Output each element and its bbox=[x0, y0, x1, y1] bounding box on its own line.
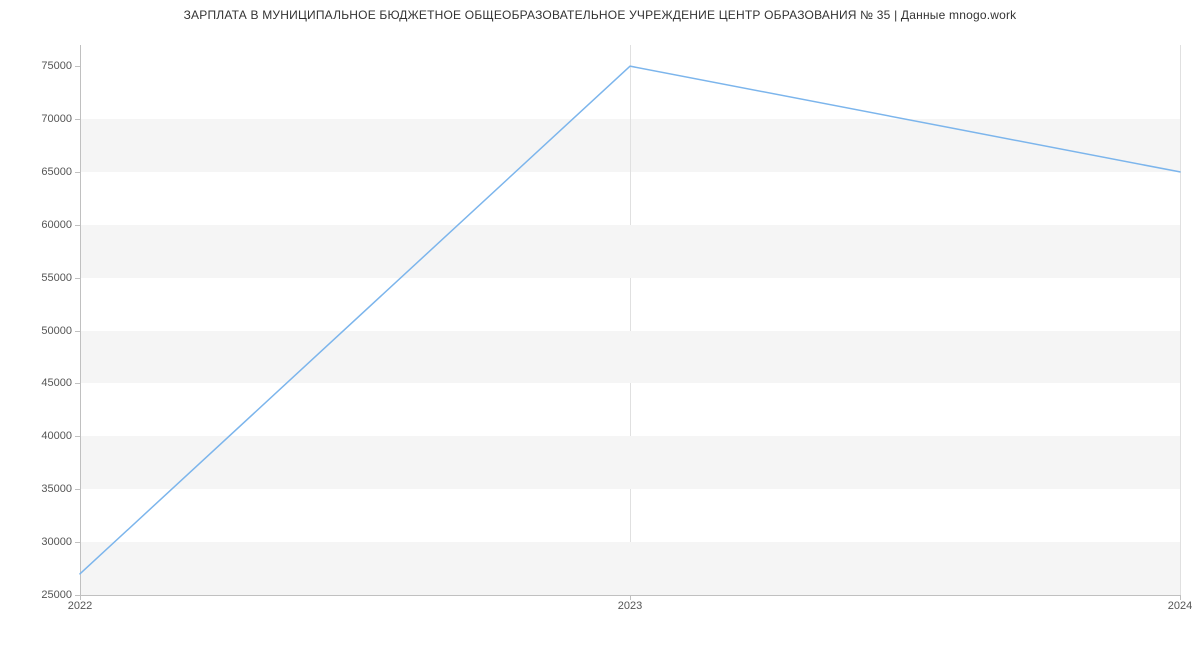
x-gridline bbox=[1180, 45, 1181, 595]
y-tick bbox=[75, 66, 80, 67]
y-tick-label: 70000 bbox=[12, 113, 72, 125]
y-tick bbox=[75, 436, 80, 437]
y-tick-label: 25000 bbox=[12, 589, 72, 601]
y-tick-label: 55000 bbox=[12, 272, 72, 284]
y-tick bbox=[75, 489, 80, 490]
chart-title: ЗАРПЛАТА В МУНИЦИПАЛЬНОЕ БЮДЖЕТНОЕ ОБЩЕО… bbox=[0, 0, 1200, 22]
x-tick-label: 2024 bbox=[1168, 600, 1192, 612]
y-tick bbox=[75, 225, 80, 226]
line-series bbox=[80, 45, 1180, 595]
y-tick bbox=[75, 383, 80, 384]
y-tick-label: 50000 bbox=[12, 325, 72, 337]
y-tick-label: 45000 bbox=[12, 377, 72, 389]
y-tick-label: 65000 bbox=[12, 166, 72, 178]
y-tick-label: 60000 bbox=[12, 219, 72, 231]
y-tick bbox=[75, 278, 80, 279]
x-tick-label: 2023 bbox=[618, 600, 642, 612]
salary-line-chart: ЗАРПЛАТА В МУНИЦИПАЛЬНОЕ БЮДЖЕТНОЕ ОБЩЕО… bbox=[0, 0, 1200, 650]
y-tick-label: 35000 bbox=[12, 483, 72, 495]
plot-area bbox=[80, 45, 1180, 596]
y-tick bbox=[75, 331, 80, 332]
y-tick bbox=[75, 172, 80, 173]
salary-line bbox=[80, 66, 1180, 574]
y-tick bbox=[75, 542, 80, 543]
x-tick-label: 2022 bbox=[68, 600, 92, 612]
y-tick-label: 30000 bbox=[12, 536, 72, 548]
y-tick-label: 75000 bbox=[12, 60, 72, 72]
y-tick-label: 40000 bbox=[12, 430, 72, 442]
y-tick bbox=[75, 119, 80, 120]
